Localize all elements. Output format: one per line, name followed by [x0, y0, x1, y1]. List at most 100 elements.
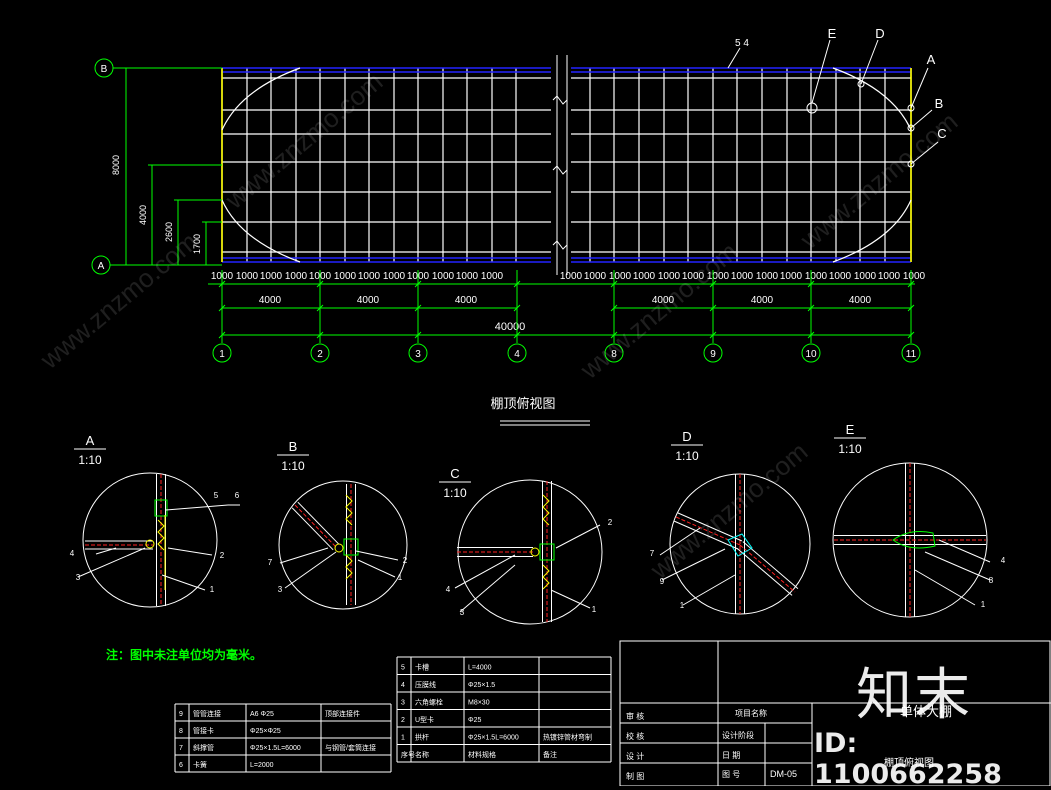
- dim-text-4000: 4000: [849, 295, 872, 306]
- table-cell: 材料规格: [468, 750, 496, 759]
- dim-text-1000: 1000: [780, 271, 803, 282]
- dim-text-1000: 1000: [731, 271, 754, 282]
- axis-label: B: [101, 64, 108, 75]
- table-cell: 热镀锌管材弯制: [543, 733, 592, 742]
- part-label: 1: [592, 605, 597, 614]
- title-label: 制 图: [626, 771, 644, 781]
- detail-scale: 1:10: [281, 459, 305, 473]
- leader-line: [357, 559, 396, 578]
- detail-callout-label: D: [875, 26, 884, 41]
- dim-text-4000: 4000: [259, 295, 282, 306]
- date-label: 日 期: [722, 751, 740, 760]
- leader-line: [914, 569, 976, 606]
- part-label: 3: [76, 573, 81, 582]
- title-label: 审 核: [626, 711, 644, 721]
- table-cell: 管接卡: [193, 726, 214, 735]
- part-label: 2: [403, 556, 408, 565]
- dim-text-1000: 1000: [236, 271, 259, 282]
- bom-table-left: 9 管管连接 A6 Φ25 顶部连接件 8 管接卡 Φ25×Φ25 7 斜撑管 Φ25×1.5L=…: [174, 703, 392, 773]
- leader-line: [938, 539, 991, 563]
- table-cell: 拱杆: [415, 733, 429, 742]
- leader-line: [727, 47, 741, 69]
- table-cell: 卡簧: [193, 760, 207, 769]
- watermark-site: www.znzmo.com: [34, 226, 203, 375]
- table-cell: Φ25×1.5L=6000: [250, 745, 301, 752]
- detail-callout-label: E: [828, 26, 837, 41]
- dim-text-1000: 1000: [432, 271, 455, 282]
- stage-label: 设计阶段: [722, 730, 754, 740]
- dimension-lines: BA80004000260017001000 1000 1000 1000 1000 10…: [91, 58, 926, 363]
- table-cell: 7: [179, 745, 183, 752]
- pipe-center: [739, 544, 796, 593]
- bom-table-right: 5 卡槽 L=4000 4 压膜线 Φ25×1.5 3 六角螺栓 M8×30 2 U型卡 Φ25 1 拱杆…: [396, 656, 612, 763]
- leader-line: [167, 547, 213, 556]
- unit-note: 注：图中未注单位均为毫米。: [106, 647, 262, 662]
- axis-label: 11: [906, 349, 917, 360]
- table-cell: 9: [179, 711, 183, 718]
- detail-key: B: [289, 439, 298, 454]
- table-cell: 4: [401, 682, 405, 689]
- bolt: [334, 543, 344, 553]
- drawing-no: DM-05: [770, 769, 797, 779]
- table-cell: 名称: [415, 750, 429, 759]
- detail-scale: 1:10: [838, 442, 862, 456]
- dim-text-1000: 1000: [334, 271, 357, 282]
- part-label: 8: [989, 576, 994, 585]
- detail-circle-b: [278, 480, 408, 610]
- part-label: 1: [680, 601, 685, 610]
- leader-line: [910, 67, 929, 109]
- table-cell: Φ25×1.5L=6000: [468, 735, 519, 742]
- table-cell: 6: [179, 762, 183, 769]
- leader-line: [924, 551, 991, 581]
- table-cell: 顶部连接件: [325, 709, 360, 718]
- axis-label: 10: [805, 349, 817, 360]
- detail-scale: 1:10: [443, 486, 467, 500]
- table-cell: Φ25: [468, 717, 481, 724]
- leader-line: [165, 504, 229, 511]
- spring-wire: [542, 494, 550, 590]
- leader-line: [355, 550, 399, 561]
- table-cell: 2: [401, 717, 405, 724]
- watermark-site: www.znzmo.com: [644, 436, 813, 585]
- axis-label: 2: [317, 349, 323, 360]
- table-cell: L=4000: [468, 665, 492, 672]
- table-cell: Φ25×1.5: [468, 682, 495, 689]
- title-label: 设 计: [626, 751, 644, 761]
- dim-text-1000: 1000: [383, 271, 406, 282]
- part-label: 5: [214, 491, 219, 500]
- leader-line: [682, 574, 736, 606]
- table-cell: 卡槽: [415, 663, 429, 672]
- axis-label: 4: [514, 349, 520, 360]
- plan-title: 棚顶俯视图: [490, 396, 555, 411]
- part-label: 1: [398, 573, 403, 582]
- detail-callout-label: A: [927, 52, 936, 67]
- leader-line: [454, 554, 516, 589]
- part-label: 1: [210, 585, 215, 594]
- table-cell: L=2000: [250, 762, 274, 769]
- table-cell: 压膜线: [415, 680, 436, 689]
- part-label: 4: [1001, 556, 1006, 565]
- parts-callout-top: 5 4: [735, 38, 749, 49]
- dim-text-1000: 1000: [903, 271, 926, 282]
- project-label: 项目名称: [735, 708, 767, 718]
- table-cell: 六角螺栓: [415, 698, 443, 707]
- pipe-edge: [297, 501, 340, 545]
- part-label: 3: [460, 608, 465, 617]
- part-label: 4: [446, 585, 451, 594]
- leader-line: [555, 524, 601, 549]
- detail-scale: 1:10: [675, 449, 699, 463]
- part-label: 7: [268, 558, 273, 567]
- dim-text-1000: 1000: [609, 271, 632, 282]
- detail-key: E: [846, 422, 855, 437]
- dim-text-1000: 1000: [854, 271, 877, 282]
- pipe-edge: [291, 507, 334, 551]
- watermark-id: ID: 1100662258: [814, 728, 1002, 790]
- dim-text-4000: 4000: [357, 295, 380, 306]
- table-cell: A6 Φ25: [250, 711, 274, 718]
- part-label: 1: [981, 600, 986, 609]
- table-cell: M8×30: [468, 700, 490, 707]
- detail-key: C: [450, 466, 459, 481]
- leader-line: [284, 551, 337, 589]
- part-label: 2: [220, 551, 225, 560]
- detail-marker-e: [806, 102, 818, 114]
